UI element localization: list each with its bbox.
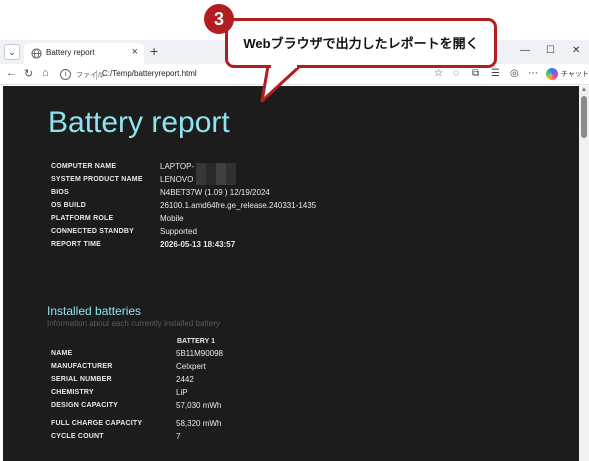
label-full-charge-capacity: FULL CHARGE CAPACITY	[51, 420, 143, 427]
value-bios: N4BET37W (1.09 ) 12/19/2024	[160, 188, 270, 197]
address-bar[interactable]: i ファイル C:/Temp/batteryreport.html	[58, 66, 428, 83]
redaction-mosaic	[196, 163, 236, 185]
url-text[interactable]: C:/Temp/batteryreport.html	[102, 69, 197, 78]
back-icon[interactable]: ←	[6, 67, 17, 79]
installed-batteries-heading: Installed batteries	[47, 304, 142, 318]
address-separator	[96, 70, 97, 80]
label-report-time: REPORT TIME	[51, 241, 102, 248]
collections-icon[interactable]: ☰	[491, 68, 500, 79]
url-scheme-label: ファイル	[76, 72, 104, 79]
maximize-button[interactable]: ☐	[546, 45, 555, 56]
profile-icon[interactable]: ◎	[510, 68, 519, 79]
value-manufacturer: Celxpert	[176, 362, 206, 371]
label-bios: BIOS	[51, 189, 69, 196]
tab-battery-report[interactable]: Battery report ×	[24, 43, 144, 64]
scrollbar-thumb[interactable]	[581, 96, 587, 138]
more-menu-icon[interactable]: ⋯	[528, 68, 538, 79]
refresh-icon[interactable]: ↻	[24, 67, 33, 80]
value-full-charge-capacity: 58,320 mWh	[176, 419, 222, 428]
callout-text: Webブラウザで出力したレポートを開く	[243, 36, 479, 51]
tab-title: Battery report	[46, 48, 95, 57]
copilot-label: チャット	[561, 71, 589, 78]
extension-icon[interactable]: ◌	[453, 68, 459, 79]
close-window-button[interactable]: ✕	[572, 45, 580, 56]
label-serial-number: SERIAL NUMBER	[51, 376, 112, 383]
label-platform-role: PLATFORM ROLE	[51, 215, 114, 222]
value-serial-number: 2442	[176, 375, 194, 384]
scroll-up-arrow-icon[interactable]: ▲	[581, 87, 587, 93]
home-icon[interactable]: ⌂	[42, 67, 49, 79]
value-os-build: 26100.1.amd64fre.ge_release.240331-1435	[160, 201, 317, 210]
value-battery-name: 5B11M90098	[176, 349, 223, 358]
value-cycle-count: 7	[176, 432, 181, 441]
new-tab-button[interactable]: +	[150, 43, 158, 59]
tab-actions-menu-button[interactable]: ⌄	[4, 44, 20, 60]
label-chemistry: CHEMISTRY	[51, 389, 94, 396]
copilot-icon	[546, 68, 558, 80]
label-os-build: OS BUILD	[51, 202, 87, 209]
value-design-capacity: 57,030 mWh	[176, 401, 222, 410]
report-title: Battery report	[48, 106, 230, 139]
label-design-capacity: DESIGN CAPACITY	[51, 402, 119, 409]
info-icon[interactable]: i	[60, 69, 71, 80]
value-chemistry: LiP	[176, 388, 188, 397]
minimize-button[interactable]: —	[520, 45, 530, 56]
value-system-product-name: LENOVO	[160, 175, 194, 184]
split-screen-icon[interactable]: ⧉	[472, 68, 479, 79]
label-manufacturer: MANUFACTURER	[51, 363, 113, 370]
label-computer-name: COMPUTER NAME	[51, 163, 117, 170]
value-platform-role: Mobile	[160, 214, 184, 223]
report-page: Battery report COMPUTER NAME LAPTOP- SYS…	[3, 86, 579, 461]
installed-batteries-subtitle: Information about each currently install…	[47, 319, 220, 328]
globe-icon	[31, 48, 42, 59]
label-connected-standby: CONNECTED STANDBY	[51, 228, 134, 235]
vertical-scrollbar[interactable]: ▲	[579, 86, 589, 461]
callout-box: Webブラウザで出力したレポートを開く	[225, 18, 497, 68]
value-connected-standby: Supported	[160, 227, 197, 236]
label-cycle-count: CYCLE COUNT	[51, 433, 104, 440]
label-battery-name: NAME	[51, 350, 73, 357]
tab-close-button[interactable]: ×	[132, 46, 138, 58]
battery-column-header: BATTERY 1	[177, 338, 215, 345]
favorite-star-icon[interactable]: ☆	[434, 68, 443, 79]
label-system-product-name: SYSTEM PRODUCT NAME	[51, 176, 143, 183]
value-report-time: 2026-05-13 18:43:57	[160, 240, 236, 249]
value-computer-name: LAPTOP-	[160, 162, 195, 171]
step-number-badge: 3	[204, 4, 234, 34]
